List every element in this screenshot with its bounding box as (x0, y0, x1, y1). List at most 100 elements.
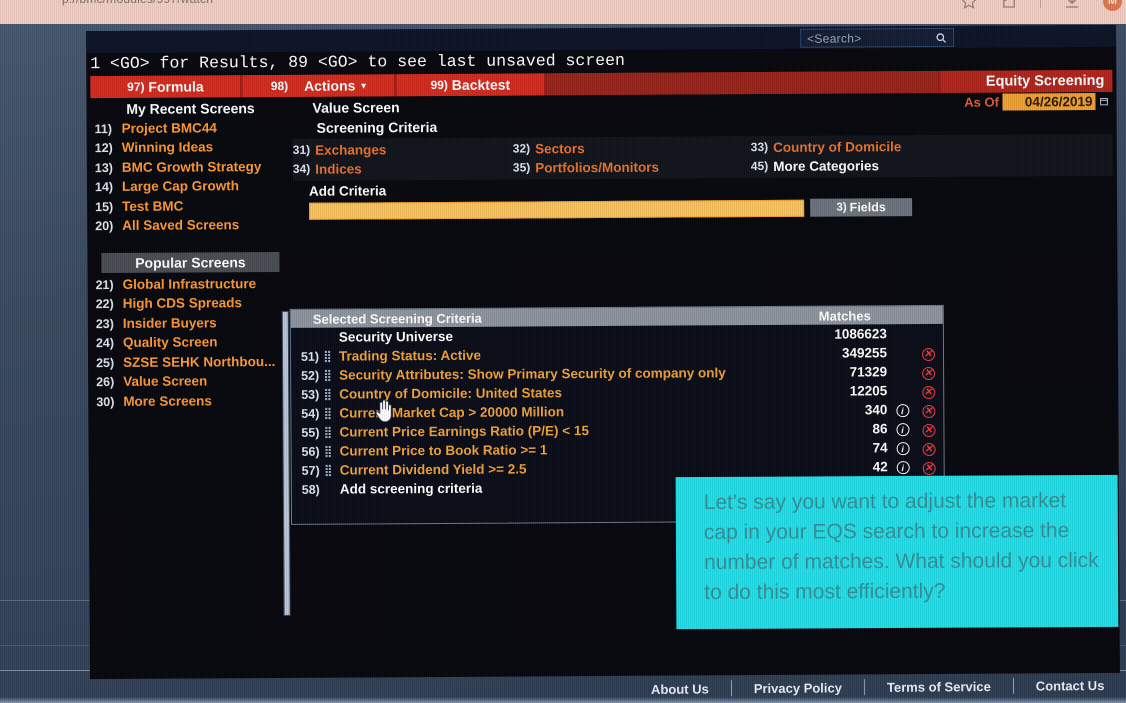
row-number[interactable]: 51) (291, 349, 319, 363)
sidebar-item-large-cap-growth[interactable]: 14) Large Cap Growth (91, 176, 291, 197)
as-of-date-field[interactable]: 04/26/2019 (1002, 92, 1096, 111)
row-number[interactable]: 57) (292, 463, 320, 477)
row-delete-button[interactable]: ✕ (913, 420, 943, 437)
sidebar-item-more-screens[interactable]: 30) More Screens (92, 391, 292, 412)
info-icon[interactable]: i (895, 404, 909, 418)
sidebar-item-number: 21) (95, 277, 114, 292)
footer-link-about-us[interactable]: About Us (629, 681, 731, 697)
sidebar-item-label: More Screens (123, 392, 212, 409)
sidebar-item-all-saved-screens[interactable]: 20) All Saved Screens (91, 215, 291, 236)
row-number[interactable]: 54) (291, 406, 319, 420)
sidebar-item-label: Global Infrastructure (122, 275, 257, 292)
sidebar-popular-header: Popular Screens (101, 251, 280, 274)
drag-handle-icon[interactable]: ⣿ (319, 369, 335, 382)
category-number: 32) (512, 141, 531, 156)
row-info-button[interactable]: i (892, 459, 914, 475)
category-sectors[interactable]: 32) Sectors (513, 138, 751, 158)
row-info-button[interactable]: i (891, 402, 913, 418)
tab-actions-number: 98) (270, 78, 289, 94)
row-delete-button[interactable]: ✕ (913, 363, 943, 380)
info-icon[interactable]: i (896, 461, 910, 475)
search-input[interactable]: <Search> (800, 27, 955, 48)
search-icon[interactable] (935, 31, 947, 43)
star-icon[interactable] (960, 0, 978, 10)
tab-actions[interactable]: 98) Actions ▾ (242, 74, 395, 98)
row-label[interactable]: Current Price Earnings Ratio (P/E) < 15 (335, 422, 799, 440)
as-of-control[interactable]: As Of 04/26/2019 (964, 92, 1108, 111)
sidebar-item-winning-ideas[interactable]: 12) Winning Ideas (91, 137, 291, 158)
footer-link-terms-of-service[interactable]: Terms of Service (864, 678, 1012, 695)
tab-formula[interactable]: 97) Formula (90, 75, 241, 99)
row-label[interactable]: Current Market Cap > 20000 Million (335, 403, 799, 421)
category-exchanges[interactable]: 31) Exchanges (293, 140, 513, 160)
sidebar-item-bmc-growth-strategy[interactable]: 13) BMC Growth Strategy (91, 157, 291, 178)
url-bar-text[interactable]: p://bmc/modules/997/watch (62, 0, 213, 6)
row-number[interactable]: 56) (292, 444, 319, 458)
delete-icon[interactable]: ✕ (921, 404, 935, 418)
category-number: 33) (750, 139, 769, 155)
row-matches: 42 (872, 459, 888, 475)
info-icon[interactable]: i (896, 442, 910, 456)
fields-button[interactable]: 3) Fields (810, 198, 913, 217)
row-matches: 340 (864, 402, 888, 418)
drag-handle-icon[interactable]: ⣿ (319, 426, 335, 439)
footer-link-privacy-policy[interactable]: Privacy Policy (731, 680, 863, 696)
drag-handle-icon[interactable]: ⣿ (319, 407, 335, 420)
tab-backtest[interactable]: 99) Backtest (396, 73, 545, 97)
row-number[interactable]: 55) (291, 425, 319, 439)
row-info-button[interactable]: i (892, 440, 914, 456)
sidebar-item-value-screen[interactable]: 26) Value Screen (92, 371, 292, 392)
row-delete-button[interactable]: ✕ (913, 344, 943, 361)
profile-avatar[interactable]: M (1103, 0, 1122, 11)
row-matches: 71329 (849, 364, 888, 380)
drag-handle-icon[interactable]: ⣿ (320, 445, 336, 458)
chevron-down-icon[interactable]: ▾ (361, 80, 366, 91)
sidebar-item-number: 24) (95, 335, 115, 351)
row-number[interactable]: 53) (291, 387, 319, 401)
extensions-icon[interactable] (1000, 0, 1018, 10)
delete-icon[interactable]: ✕ (921, 347, 935, 361)
sidebar-item-test-bmc[interactable]: 15) Test BMC (91, 196, 291, 217)
row-number[interactable]: 52) (291, 368, 319, 382)
sidebar-item-quality-screen[interactable]: 24) Quality Screen (92, 332, 292, 353)
delete-icon[interactable]: ✕ (921, 366, 935, 380)
delete-icon[interactable]: ✕ (922, 461, 936, 475)
category-indices[interactable]: 34) Indices (293, 159, 513, 179)
row-label[interactable]: Current Dividend Yield >= 2.5 (336, 460, 800, 478)
download-icon[interactable] (1063, 0, 1081, 10)
row-delete-button[interactable]: ✕ (913, 382, 943, 399)
delete-icon[interactable]: ✕ (921, 385, 935, 399)
row-label[interactable]: Security Attributes: Show Primary Securi… (335, 365, 799, 383)
row-delete-button[interactable]: ✕ (914, 439, 944, 456)
footer-link-contact-us[interactable]: Contact Us (1013, 677, 1126, 694)
calendar-icon[interactable] (1099, 97, 1108, 106)
category-more-categories[interactable]: 45) More Categories (751, 155, 1113, 176)
sidebar-item-insider-buyers[interactable]: 23) Insider Buyers (92, 313, 292, 334)
row-label[interactable]: Country of Domicile: United States (335, 384, 799, 402)
add-criteria-input[interactable] (309, 199, 805, 220)
sidebar-item-project-bmc44[interactable]: 11) Project BMC44 (91, 118, 291, 139)
column-header-matches: Matches (818, 307, 871, 324)
sidebar-item-global-infrastructure[interactable]: 21) Global Infrastructure (92, 274, 292, 295)
row-info-button[interactable]: i (891, 421, 913, 437)
delete-icon[interactable]: ✕ (921, 423, 936, 437)
delete-icon[interactable]: ✕ (922, 442, 936, 456)
category-portfolios-monitors[interactable]: 35) Portfolios/Monitors (513, 157, 751, 177)
sidebar-item-szse-sehk-northbound[interactable]: 25) SZSE SEHK Northbou... (92, 352, 292, 373)
criteria-scrollbar-thumb[interactable] (282, 311, 290, 615)
drag-handle-icon[interactable]: ⣿ (320, 464, 336, 477)
info-icon[interactable]: i (895, 423, 910, 437)
category-country-of-domicile[interactable]: 33) Country of Domicile (751, 136, 1113, 157)
row-label[interactable]: Current Price to Book Ratio >= 1 (336, 441, 800, 459)
row-matches: 1086623 (834, 326, 887, 342)
sidebar-item-high-cds-spreads[interactable]: 22) High CDS Spreads (92, 293, 292, 314)
row-number[interactable]: 58) (292, 482, 320, 496)
row-delete-button[interactable]: ✕ (914, 458, 944, 475)
row-label[interactable]: Trading Status: Active (335, 346, 799, 364)
question-overlay: Let's say you want to adjust the market … (675, 474, 1119, 630)
drag-handle-icon[interactable]: ⣿ (319, 388, 335, 401)
row-delete-button[interactable]: ✕ (913, 401, 943, 418)
sidebar-item-number: 23) (95, 316, 114, 331)
drag-handle-icon[interactable]: ⣿ (319, 350, 335, 363)
sidebar-item-label: High CDS Spreads (122, 295, 243, 311)
